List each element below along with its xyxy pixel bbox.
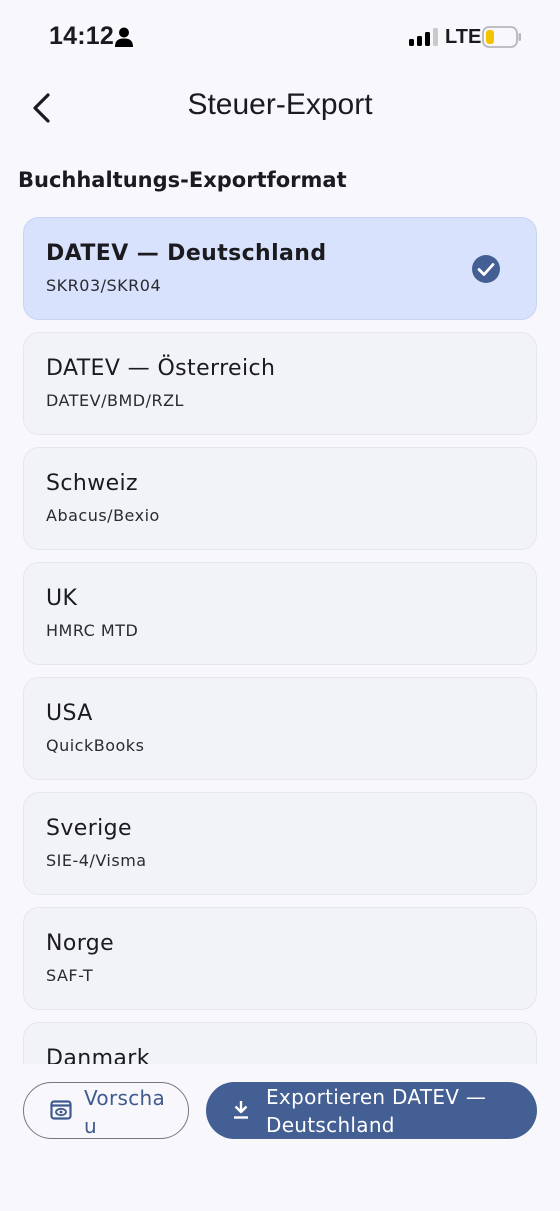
format-name: DATEV — Deutschland [46, 241, 327, 266]
bottom-action-bar: Vorschau Exportieren DATEV — Deutschland [0, 1064, 560, 1211]
format-name: DATEV — Österreich [46, 356, 276, 381]
format-subtitle: HMRC MTD [46, 621, 139, 640]
format-name: UK [46, 586, 78, 611]
person-icon [115, 27, 133, 51]
format-subtitle: QuickBooks [46, 736, 145, 755]
check-circle-icon [471, 254, 501, 288]
preview-label: Vorschau [84, 1086, 166, 1138]
format-subtitle: Abacus/Bexio [46, 506, 160, 525]
download-icon [232, 1100, 250, 1124]
format-card-sverige[interactable]: Sverige SIE-4/Visma [23, 792, 537, 895]
format-card-datev-deutschland[interactable]: DATEV — Deutschland SKR03/SKR04 [23, 217, 537, 320]
format-card-norge[interactable]: Norge SAF-T [23, 907, 537, 1010]
format-card-usa[interactable]: USA QuickBooks [23, 677, 537, 780]
status-bar: 14:12 LTE [0, 0, 560, 76]
format-name: Danmark [46, 1046, 150, 1064]
preview-icon [50, 1100, 72, 1124]
signal-icon [409, 28, 439, 50]
page-title: Steuer-Export [187, 88, 373, 121]
format-card-datev-oesterreich[interactable]: DATEV — Österreich DATEV/BMD/RZL [23, 332, 537, 435]
format-card-uk[interactable]: UK HMRC MTD [23, 562, 537, 665]
format-name: Norge [46, 931, 115, 956]
export-label: Exportieren DATEV — Deutschland [266, 1085, 487, 1137]
network-label: LTE [445, 26, 482, 48]
battery-icon [482, 26, 522, 52]
format-name: Schweiz [46, 471, 138, 496]
status-time: 14:12 [49, 22, 114, 50]
format-card-danmark[interactable]: Danmark [23, 1022, 537, 1064]
export-button[interactable]: Exportieren DATEV — Deutschland [206, 1082, 537, 1139]
format-list[interactable]: DATEV — Deutschland SKR03/SKR04 DATEV — … [0, 210, 560, 1064]
format-subtitle: DATEV/BMD/RZL [46, 391, 184, 410]
format-subtitle: SKR03/SKR04 [46, 276, 162, 295]
section-title: Buchhaltungs-Exportformat [18, 168, 347, 192]
format-subtitle: SAF-T [46, 966, 94, 985]
format-name: USA [46, 701, 93, 726]
format-card-schweiz[interactable]: Schweiz Abacus/Bexio [23, 447, 537, 550]
format-subtitle: SIE-4/Visma [46, 851, 147, 870]
format-name: Sverige [46, 816, 132, 841]
preview-button[interactable]: Vorschau [23, 1082, 189, 1139]
